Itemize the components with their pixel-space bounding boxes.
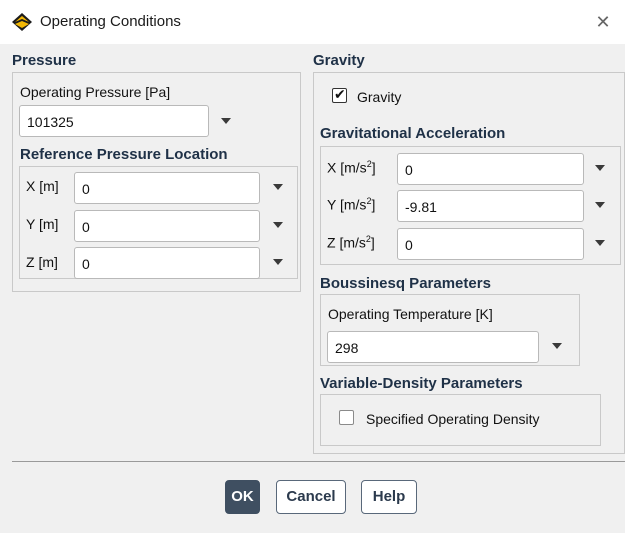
variable-density-heading: Variable-Density Parameters xyxy=(320,375,523,392)
ref-x-input[interactable]: 0 xyxy=(74,172,260,204)
ref-y-input[interactable]: 0 xyxy=(74,210,260,242)
close-icon[interactable]: ✕ xyxy=(589,8,617,36)
operating-pressure-dropdown-icon[interactable] xyxy=(221,118,231,124)
title-bar: Operating Conditions ✕ xyxy=(0,0,625,44)
operating-temperature-input[interactable]: 298 xyxy=(327,331,539,363)
grav-x-dropdown-icon[interactable] xyxy=(595,165,605,171)
operating-pressure-input[interactable]: 101325 xyxy=(19,105,209,137)
gravity-checkbox-label: Gravity xyxy=(357,89,402,105)
ok-button[interactable]: OK xyxy=(225,480,260,514)
grav-y-input[interactable]: -9.81 xyxy=(397,190,584,222)
gravity-checkbox[interactable]: ✔ xyxy=(332,86,347,103)
checkmark-icon: ✔ xyxy=(334,86,346,102)
operating-temperature-label: Operating Temperature [K] xyxy=(328,306,493,322)
help-button[interactable]: Help xyxy=(361,480,417,514)
ref-y-dropdown-icon[interactable] xyxy=(273,222,283,228)
cancel-button[interactable]: Cancel xyxy=(276,480,346,514)
ref-z-dropdown-icon[interactable] xyxy=(273,259,283,265)
specified-operating-density-label: Specified Operating Density xyxy=(366,411,540,427)
window-title: Operating Conditions xyxy=(40,13,181,30)
specified-operating-density-checkbox[interactable] xyxy=(339,410,354,425)
grav-z-label: Z [m/s2] xyxy=(327,234,375,251)
ref-z-input[interactable]: 0 xyxy=(74,247,260,279)
boussinesq-heading: Boussinesq Parameters xyxy=(320,275,491,292)
gravitational-acceleration-heading: Gravitational Acceleration xyxy=(320,125,506,142)
gravity-heading: Gravity xyxy=(313,52,365,69)
ref-y-label: Y [m] xyxy=(26,216,59,232)
app-logo-icon xyxy=(12,13,32,31)
grav-y-dropdown-icon[interactable] xyxy=(595,202,605,208)
pressure-heading: Pressure xyxy=(12,52,77,69)
grav-z-input[interactable]: 0 xyxy=(397,228,584,260)
reference-pressure-location-heading: Reference Pressure Location xyxy=(20,146,228,163)
operating-temperature-dropdown-icon[interactable] xyxy=(552,343,562,349)
grav-x-input[interactable]: 0 xyxy=(397,153,584,185)
separator xyxy=(12,461,625,462)
grav-x-label: X [m/s2] xyxy=(327,159,376,176)
grav-z-dropdown-icon[interactable] xyxy=(595,240,605,246)
operating-pressure-label: Operating Pressure [Pa] xyxy=(20,84,171,100)
ref-z-label: Z [m] xyxy=(26,254,58,270)
ref-x-label: X [m] xyxy=(26,178,59,194)
ref-x-dropdown-icon[interactable] xyxy=(273,184,283,190)
grav-y-label: Y [m/s2] xyxy=(327,196,376,213)
